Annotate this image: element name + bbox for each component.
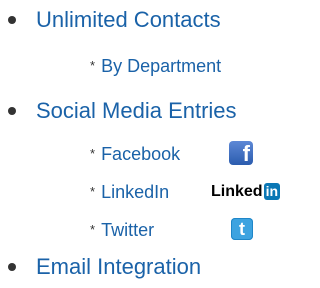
linkedin-logo[interactable]: Linked in <box>211 183 281 201</box>
asterisk-marker: * <box>90 184 96 199</box>
sub-item-label: Twitter <box>101 220 155 240</box>
sub-item-by-department: * By Department <box>90 55 221 77</box>
twitter-icon[interactable]: t <box>231 218 253 240</box>
bullet-icon <box>8 16 16 24</box>
feature-email-integration: Email Integration <box>36 254 202 279</box>
asterisk-marker: * <box>90 58 96 73</box>
sub-item-linkedin: * LinkedIn <box>90 181 169 203</box>
linkedin-wordmark: Linked <box>211 183 263 200</box>
bullet-icon <box>8 263 16 271</box>
facebook-icon[interactable]: f <box>229 141 253 165</box>
feature-social-media-entries: Social Media Entries <box>36 98 237 123</box>
sub-item-label: By Department <box>101 56 222 76</box>
sub-item-facebook: * Facebook <box>90 143 180 165</box>
bullet-icon <box>8 107 16 115</box>
feature-unlimited-contacts: Unlimited Contacts <box>36 7 221 32</box>
asterisk-marker: * <box>90 146 96 161</box>
linkedin-in-badge: in <box>263 183 281 200</box>
asterisk-marker: * <box>90 222 96 237</box>
sub-item-label: LinkedIn <box>101 182 170 202</box>
sub-item-twitter: * Twitter <box>90 219 154 241</box>
sub-item-label: Facebook <box>101 144 181 164</box>
